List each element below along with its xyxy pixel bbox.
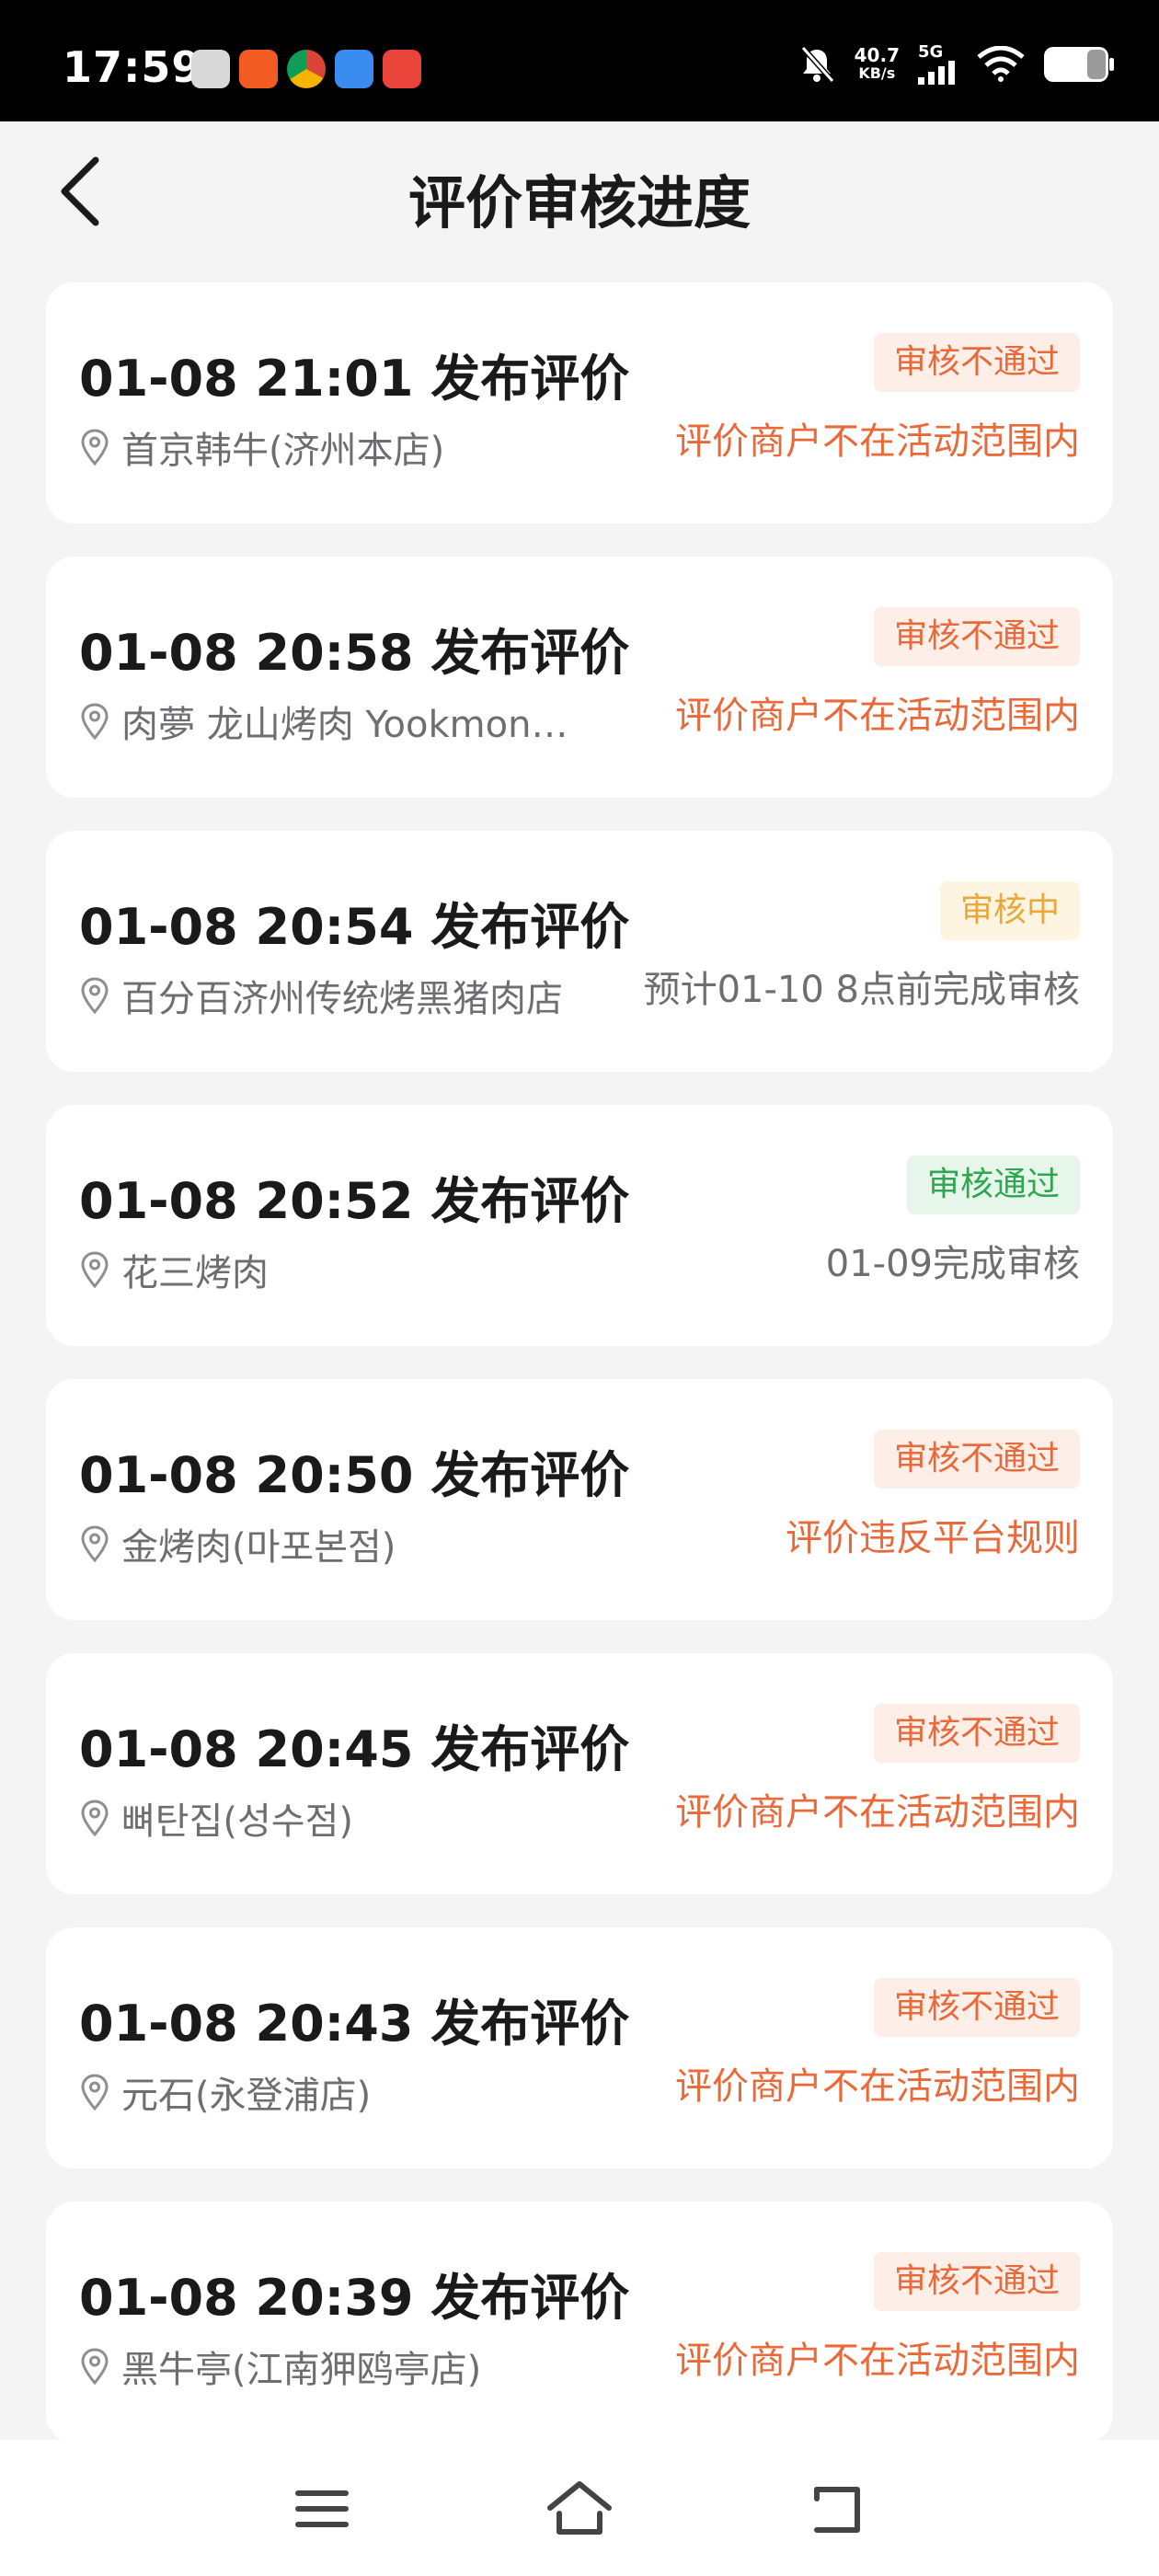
- back-icon[interactable]: [800, 2477, 874, 2541]
- page-title: 评价审核进度: [407, 169, 751, 236]
- store-location: 首京韩牛(济州本店): [79, 420, 631, 474]
- status-badge: 审核中: [939, 881, 1080, 940]
- status-badge: 审核不通过: [873, 2252, 1080, 2311]
- status-bar: 17:59 40.7 KB/s 5G: [0, 0, 1159, 121]
- location-pin-icon: [81, 977, 109, 1015]
- review-title: 01-08 20:45 发布评价: [79, 1720, 630, 1778]
- review-card[interactable]: 01-08 20:50 发布评价 审核不通过 金烤肉(마포본점) 评价违反平台规…: [46, 1379, 1113, 1620]
- review-title: 01-08 20:52 发布评价: [79, 1172, 630, 1230]
- review-card[interactable]: 01-08 20:52 发布评价 审核通过 花三烤肉 01-09完成审核: [46, 1105, 1113, 1346]
- settings-app-icon: [191, 50, 230, 88]
- review-title: 01-08 20:50 发布评价: [79, 1446, 630, 1504]
- review-result-text: 评价商户不在活动范围内: [675, 420, 1080, 463]
- status-time: 17:59: [63, 42, 202, 92]
- review-result-text: 评价违反平台规则: [786, 1517, 1080, 1559]
- net-speed-unit: KB/s: [858, 64, 896, 82]
- store-name: 元石(永登浦店): [121, 2075, 372, 2117]
- store-name: 뼈탄집(성수점): [121, 1800, 354, 1843]
- signal-icon: [918, 61, 955, 85]
- signal-group: 5G: [918, 44, 958, 85]
- store-location: 花三烤肉: [79, 1243, 631, 1296]
- review-card[interactable]: 01-08 20:43 发布评价 审核不通过 元石(永登浦店) 评价商户不在活动…: [46, 1927, 1113, 2168]
- store-location: 百分百济州传统烤黑猪肉店: [79, 969, 631, 1022]
- wifi-icon: [977, 46, 1025, 82]
- review-list: 01-08 21:01 发布评价 审核不通过 首京韩牛(济州本店) 评价商户不在…: [46, 282, 1113, 2476]
- status-badge: 审核不通过: [873, 1978, 1080, 2037]
- notification-app-icons: [191, 50, 421, 88]
- store-name: 百分百济州传统烤黑猪肉店: [121, 978, 563, 1020]
- store-location: 金烤肉(마포본점): [79, 1517, 631, 1570]
- store-location: 元石(永登浦店): [79, 2065, 631, 2119]
- bell-muted-icon: [800, 46, 834, 83]
- review-result-text: 评价商户不在活动范围内: [675, 2340, 1080, 2382]
- review-title: 01-08 21:01 发布评价: [79, 350, 630, 408]
- review-title: 01-08 20:54 发布评价: [79, 898, 630, 956]
- store-location: 肉夢 龙山烤肉 Yookmon…: [79, 695, 631, 748]
- net-speed: 40.7 KB/s: [855, 46, 900, 83]
- store-location: 뼈탄집(성수점): [79, 1791, 631, 1845]
- review-title: 01-08 20:39 发布评价: [79, 2269, 630, 2327]
- store-name: 首京韩牛(济州本店): [121, 430, 445, 472]
- review-card[interactable]: 01-08 20:45 发布评价 审核不通过 뼈탄집(성수점) 评价商户不在活动…: [46, 1653, 1113, 1894]
- location-pin-icon: [81, 1800, 109, 1837]
- chrome-app-icon: [287, 50, 326, 88]
- store-name: 黑牛亭(江南狎鸥亭店): [121, 2349, 482, 2391]
- location-pin-icon: [81, 1525, 109, 1563]
- status-badge: 审核不通过: [873, 607, 1080, 666]
- review-card[interactable]: 01-08 20:58 发布评价 审核不通过 肉夢 龙山烤肉 Yookmon… …: [46, 557, 1113, 798]
- menu-icon[interactable]: [285, 2477, 359, 2541]
- home-icon[interactable]: [543, 2477, 616, 2541]
- review-card[interactable]: 01-08 20:39 发布评价 审核不通过 黑牛亭(江南狎鸥亭店) 评价商户不…: [46, 2202, 1113, 2443]
- store-location: 黑牛亭(江南狎鸥亭店): [79, 2340, 631, 2393]
- location-pin-icon: [81, 2348, 109, 2386]
- status-badge: 审核不通过: [873, 1704, 1080, 1763]
- location-pin-icon: [81, 1251, 109, 1289]
- network-type: 5G: [918, 42, 944, 62]
- location-pin-icon: [81, 2074, 109, 2111]
- review-result-text: 预计01-10 8点前完成审核: [643, 969, 1080, 1011]
- system-nav-bar: [0, 2440, 1159, 2576]
- location-pin-icon: [81, 703, 109, 741]
- battery-icon: [1044, 47, 1114, 82]
- cloud-app-icon: [335, 50, 373, 88]
- store-name: 花三烤肉: [121, 1252, 269, 1294]
- status-right: 40.7 KB/s 5G: [798, 44, 1115, 85]
- review-result-text: 01-09完成审核: [825, 1243, 1080, 1285]
- page-header: 评价审核进度: [0, 121, 1159, 259]
- review-title: 01-08 20:58 发布评价: [79, 624, 630, 682]
- review-result-text: 评价商户不在活动范围内: [675, 695, 1080, 737]
- review-result-text: 评价商户不在活动范围内: [675, 2065, 1080, 2108]
- game-app-icon: [383, 50, 421, 88]
- status-badge: 审核通过: [906, 1156, 1080, 1214]
- status-badge: 审核不通过: [873, 333, 1080, 392]
- store-name: 金烤肉(마포본점): [121, 1526, 396, 1569]
- review-title: 01-08 20:43 发布评价: [79, 1995, 630, 2053]
- taobao-app-icon: [239, 50, 278, 88]
- review-card[interactable]: 01-08 21:01 发布评价 审核不通过 首京韩牛(济州本店) 评价商户不在…: [46, 282, 1113, 523]
- location-pin-icon: [81, 429, 109, 466]
- net-speed-value: 40.7: [854, 44, 900, 66]
- store-name: 肉夢 龙山烤肉 Yookmon…: [121, 704, 568, 746]
- review-card[interactable]: 01-08 20:54 发布评价 审核中 百分百济州传统烤黑猪肉店 预计01-1…: [46, 831, 1113, 1072]
- review-result-text: 评价商户不在活动范围内: [675, 1791, 1080, 1834]
- status-badge: 审核不通过: [873, 1430, 1080, 1489]
